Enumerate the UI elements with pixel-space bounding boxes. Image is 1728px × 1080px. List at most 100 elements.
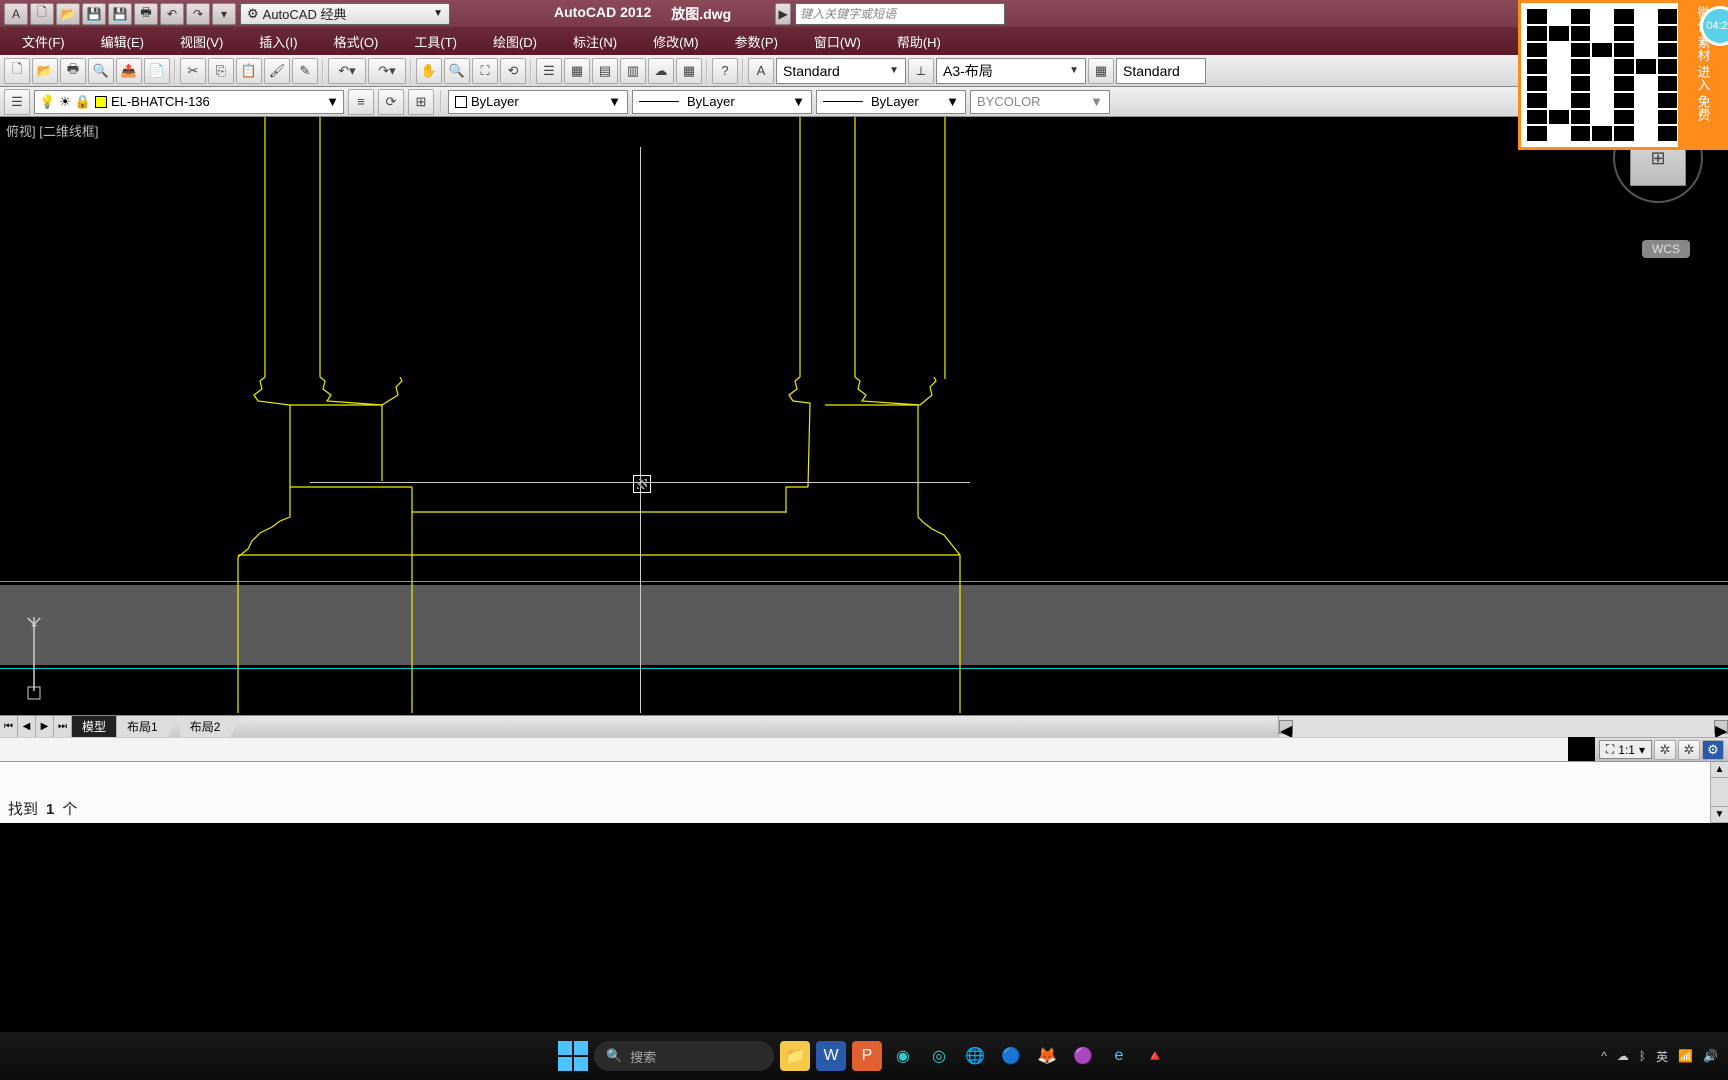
tablestyle-dropdown[interactable]: Standard [1116, 58, 1206, 84]
tab-model[interactable]: 模型 [72, 716, 117, 737]
help-search-input[interactable]: 键入关键字或短语 [795, 3, 1005, 25]
menu-draw[interactable]: 绘图(D) [475, 28, 555, 55]
zoom-rt-icon[interactable]: 🔍 [444, 58, 470, 84]
edge2-icon[interactable]: e [1104, 1041, 1134, 1071]
wifi-icon[interactable]: 📶 [1678, 1049, 1693, 1063]
lineweight-dropdown[interactable]: ByLayer▼ [816, 90, 966, 114]
sheetset-icon[interactable]: ▥ [620, 58, 646, 84]
saveas-icon[interactable]: 💾 [108, 3, 132, 25]
menu-help[interactable]: 帮助(H) [879, 28, 959, 55]
copy-icon[interactable]: ⎘ [208, 58, 234, 84]
color-dropdown[interactable]: ByLayer▼ [448, 90, 628, 114]
explorer-icon[interactable]: 📁 [780, 1041, 810, 1071]
help-icon[interactable]: ? [712, 58, 738, 84]
redo-icon[interactable]: ↷ [186, 3, 210, 25]
tab-layout2[interactable]: 布局2 [180, 716, 231, 737]
acad-icon[interactable]: 🔺 [1140, 1041, 1170, 1071]
word-icon[interactable]: W [816, 1041, 846, 1071]
markup-icon[interactable]: ☁ [648, 58, 674, 84]
zoom-prev-icon[interactable]: ⟲ [500, 58, 526, 84]
workspace-dropdown[interactable]: ⚙ AutoCAD 经典 ▼ [240, 3, 450, 25]
blockedit-icon[interactable]: ✎ [292, 58, 318, 84]
plotstyle-dropdown[interactable]: BYCOLOR▼ [970, 90, 1110, 114]
bluetooth-icon[interactable]: ᛒ [1639, 1049, 1646, 1063]
preview-icon[interactable]: 🔍 [88, 58, 114, 84]
cut-icon[interactable]: ✂ [180, 58, 206, 84]
ws-switch-icon[interactable]: ⚙ [1702, 740, 1724, 760]
ppt-icon[interactable]: P [852, 1041, 882, 1071]
volume-icon[interactable]: 🔊 [1703, 1049, 1718, 1063]
tab-layout1[interactable]: 布局1 [117, 716, 168, 737]
linetype-dropdown[interactable]: ByLayer▼ [632, 90, 812, 114]
menu-param[interactable]: 参数(P) [717, 28, 796, 55]
menu-dim[interactable]: 标注(N) [555, 28, 635, 55]
layer-dropdown[interactable]: 💡 ☀ 🔒 EL-BHATCH-136 ▼ [34, 90, 344, 114]
layerprev-icon[interactable]: ⟳ [378, 89, 404, 115]
menu-view[interactable]: 视图(V) [162, 28, 241, 55]
menu-window[interactable]: 窗口(W) [796, 28, 879, 55]
layermgr-icon[interactable]: ☰ [4, 89, 30, 115]
calc-icon[interactable]: ▦ [676, 58, 702, 84]
toolpalette-icon[interactable]: ▤ [592, 58, 618, 84]
menu-modify[interactable]: 修改(M) [635, 28, 717, 55]
drawing-canvas[interactable]: 俯视] [二维线框] [0, 117, 1728, 713]
status-strip [0, 737, 1568, 761]
system-tray[interactable]: ^ ☁ ᛒ 英 📶 🔊 [1601, 1048, 1718, 1065]
tab-first-icon[interactable]: ⏮ [0, 716, 18, 737]
properties-icon[interactable]: ☰ [536, 58, 562, 84]
cmd-scrollbar[interactable]: ▲▼ [1710, 761, 1728, 823]
tablestyle-icon[interactable]: ▦ [1088, 58, 1114, 84]
chevron-up-icon[interactable]: ^ [1601, 1049, 1607, 1063]
print-icon[interactable]: 🖶 [134, 3, 158, 25]
print-icon[interactable]: 🖶 [60, 58, 86, 84]
tab-last-icon[interactable]: ⏭ [54, 716, 72, 737]
redo-icon[interactable]: ↷▾ [368, 58, 406, 84]
textstyle-dropdown[interactable]: Standard▼ [776, 58, 906, 84]
zoom-win-icon[interactable]: ⛶ [472, 58, 498, 84]
sheet-icon[interactable]: 📄 [144, 58, 170, 84]
ime-indicator[interactable]: 英 [1656, 1048, 1668, 1065]
menu-format[interactable]: 格式(O) [316, 28, 397, 55]
open-icon[interactable]: 📂 [56, 3, 80, 25]
menu-file[interactable]: 文件(F) [4, 28, 83, 55]
command-line[interactable]: 找到 1 个 [0, 761, 1728, 823]
matchprop-icon[interactable]: 🖌 [264, 58, 290, 84]
start-button[interactable] [558, 1041, 588, 1071]
pan-icon[interactable]: ✋ [416, 58, 442, 84]
cloud-icon[interactable]: ☁ [1617, 1049, 1629, 1063]
firefox-icon[interactable]: 🦊 [1032, 1041, 1062, 1071]
undo-icon[interactable]: ↶ [160, 3, 184, 25]
anno-scale-button[interactable]: ⛶ 1:1 ▾ [1599, 740, 1652, 759]
tab-prev-icon[interactable]: ◀ [18, 716, 36, 737]
taskbar-search[interactable]: 🔍 搜索 [594, 1041, 774, 1071]
horizontal-scrollbar[interactable]: ◀▶ [1278, 716, 1728, 737]
undo-icon[interactable]: ↶▾ [328, 58, 366, 84]
annoviz-icon[interactable]: ✲ [1654, 740, 1676, 760]
tab-next-icon[interactable]: ▶ [36, 716, 54, 737]
save-icon[interactable]: 💾 [82, 3, 106, 25]
new-icon[interactable]: 🗋 [4, 58, 30, 84]
wcs-badge[interactable]: WCS [1642, 240, 1690, 258]
menu-edit[interactable]: 编辑(E) [83, 28, 162, 55]
new-icon[interactable]: 🗋 [30, 3, 54, 25]
annoauto-icon[interactable]: ✲ [1678, 740, 1700, 760]
app-menu-icon[interactable]: A [4, 3, 28, 25]
browser-icon[interactable]: ◎ [924, 1041, 954, 1071]
layerstate-icon[interactable]: ≡ [348, 89, 374, 115]
textstyle-icon[interactable]: A [748, 58, 774, 84]
open-icon[interactable]: 📂 [32, 58, 58, 84]
qat-more-icon[interactable]: ▾ [212, 3, 236, 25]
chrome-icon[interactable]: 🌐 [960, 1041, 990, 1071]
app-icon[interactable]: 🔵 [996, 1041, 1026, 1071]
dimstyle-dropdown[interactable]: A3-布局▼ [936, 58, 1086, 84]
edge-icon[interactable]: ◉ [888, 1041, 918, 1071]
dimstyle-icon[interactable]: ⟂ [908, 58, 934, 84]
publish-icon[interactable]: 📤 [116, 58, 142, 84]
search-nav-icon[interactable]: ▶ [775, 3, 791, 25]
menu-insert[interactable]: 插入(I) [241, 28, 315, 55]
menu-tools[interactable]: 工具(T) [396, 28, 475, 55]
layeriso-icon[interactable]: ⊞ [408, 89, 434, 115]
teams-icon[interactable]: 🟣 [1068, 1041, 1098, 1071]
paste-icon[interactable]: 📋 [236, 58, 262, 84]
designcenter-icon[interactable]: ▦ [564, 58, 590, 84]
